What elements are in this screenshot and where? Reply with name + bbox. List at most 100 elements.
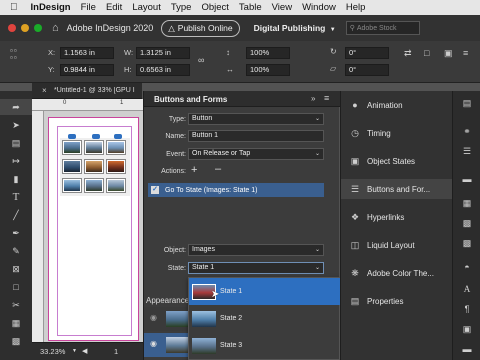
image-grid[interactable] xyxy=(59,134,131,197)
free-transform-tool-icon[interactable]: ▦ xyxy=(0,315,32,331)
align-panel-icon[interactable]: ▬ xyxy=(453,341,480,357)
x-label: X: xyxy=(48,48,56,57)
character-panel-icon[interactable]: A xyxy=(453,281,480,297)
pencil-tool-icon[interactable]: ✎ xyxy=(0,243,32,259)
menu-edit[interactable]: Edit xyxy=(106,2,122,13)
panel-adobe-color-themes[interactable]: ❋ Adobe Color The... xyxy=(341,263,453,283)
panel-liquid-layout[interactable]: ◫ Liquid Layout xyxy=(341,235,453,255)
menu-help[interactable]: Help xyxy=(346,2,366,13)
select-content-icon[interactable]: ▣ xyxy=(444,48,453,59)
gradient-panel-icon[interactable]: ▩ xyxy=(453,235,480,251)
text-wrap-panel-icon[interactable]: ▣ xyxy=(453,321,480,337)
app-title: Adobe InDesign 2020 xyxy=(66,23,154,33)
publish-online-label: Publish Online xyxy=(177,23,233,33)
select-container-icon[interactable]: □ xyxy=(424,48,429,58)
maximize-window-icon[interactable] xyxy=(34,24,42,32)
visibility-eye-icon[interactable]: ◉ xyxy=(150,339,157,348)
action-item[interactable]: ✓ Go To State (Images: State 1) xyxy=(148,183,324,197)
menu-type[interactable]: Type xyxy=(171,2,192,13)
event-label: Event: xyxy=(166,151,186,158)
collapse-panel-icon[interactable]: » xyxy=(311,94,315,103)
apple-menu-icon[interactable]:  xyxy=(10,2,18,13)
panel-properties[interactable]: ▤ Properties xyxy=(341,291,453,311)
panel-object-states[interactable]: ▣ Object States xyxy=(341,151,453,171)
scale-x-field[interactable]: 100% xyxy=(246,47,290,59)
reference-point-icon[interactable]: ▫▫ ▫▫ xyxy=(10,47,24,62)
w-field[interactable]: 1.3125 in xyxy=(136,47,190,59)
swatches-panel-icon[interactable]: ▦ xyxy=(453,195,480,211)
scale-y-field[interactable]: 100% xyxy=(246,64,290,76)
zoom-level[interactable]: 33.23% xyxy=(40,347,65,356)
first-page-icon[interactable]: ◀ xyxy=(82,347,87,355)
document-tab[interactable]: × *Untitled-1 @ 33% [GPU I xyxy=(32,83,142,99)
cc-libraries-icon[interactable]: ◓ xyxy=(453,259,480,275)
line-tool-icon[interactable]: ╱ xyxy=(0,207,32,223)
h-field[interactable]: 0.6563 in xyxy=(136,64,190,76)
gradient-tool-icon[interactable]: ▩ xyxy=(0,333,32,349)
constrain-proportions-icon[interactable]: ∞ xyxy=(198,55,204,65)
close-window-icon[interactable] xyxy=(8,24,16,32)
publish-online-button[interactable]: △ Publish Online xyxy=(161,19,240,37)
zoom-chevron-down-icon[interactable]: ▼ xyxy=(72,348,77,354)
menu-table[interactable]: Table xyxy=(239,2,262,13)
panel-hyperlinks-label: Hyperlinks xyxy=(367,212,405,222)
panel-menu-icon[interactable]: ≡ xyxy=(324,93,329,103)
x-field[interactable]: 1.1563 in xyxy=(60,47,114,59)
page-tool-icon[interactable]: ▤ xyxy=(0,135,32,151)
remove-action-icon[interactable]: – xyxy=(215,163,221,175)
menu-view[interactable]: View xyxy=(272,2,292,13)
scissors-tool-icon[interactable]: ✂ xyxy=(0,297,32,313)
document-canvas[interactable]: 0 1 xyxy=(32,99,143,342)
image-thumbnail xyxy=(62,140,82,155)
dropdown-option-state-2[interactable]: State 2 xyxy=(189,305,341,332)
menu-layout[interactable]: Layout xyxy=(132,2,161,13)
dropdown-option-state-3[interactable]: State 3 xyxy=(189,332,341,359)
page-number-field[interactable]: 1 xyxy=(114,347,118,356)
stock-search-placeholder: Adobe Stock xyxy=(356,24,397,32)
checkbox-icon[interactable]: ✓ xyxy=(151,186,159,194)
add-action-icon[interactable]: + xyxy=(191,164,197,176)
panel-animation[interactable]: ● Animation xyxy=(341,95,453,115)
type-select[interactable]: Button ⌄ xyxy=(188,113,324,125)
visibility-eye-icon[interactable]: ◉ xyxy=(150,313,157,322)
rotation-field[interactable]: 0° xyxy=(345,47,389,59)
home-icon[interactable]: ⌂ xyxy=(52,22,59,34)
selection-tool-icon[interactable]: ➦ xyxy=(0,99,32,115)
panel-header: Buttons and Forms » ≡ xyxy=(144,91,340,107)
rectangle-frame-tool-icon[interactable]: ⊠ xyxy=(0,261,32,277)
object-select[interactable]: Images ⌄ xyxy=(188,244,324,256)
control-menu-icon[interactable]: ≡ xyxy=(463,48,468,58)
panel-timing[interactable]: ◷ Timing xyxy=(341,123,453,143)
layers-panel-icon[interactable]: ☰ xyxy=(453,143,480,159)
state-thumbnail xyxy=(192,337,216,354)
panel-buttons-and-forms[interactable]: ☰ Buttons and For... xyxy=(341,179,453,199)
panel-hyperlinks[interactable]: ❖ Hyperlinks xyxy=(341,207,453,227)
menu-object[interactable]: Object xyxy=(201,2,228,13)
chevron-down-icon: ▼ xyxy=(329,27,336,33)
scale-x-icon: ↕ xyxy=(226,48,230,57)
content-collector-icon[interactable]: ▮ xyxy=(0,171,32,187)
workspace-switcher[interactable]: Digital Publishing ▼ xyxy=(254,23,336,33)
state-select[interactable]: State 1 ⌄ xyxy=(188,262,324,274)
shear-field[interactable]: 0° xyxy=(345,64,389,76)
y-field[interactable]: 0.9844 in xyxy=(60,64,114,76)
close-tab-icon[interactable]: × xyxy=(42,86,47,95)
minimize-window-icon[interactable] xyxy=(21,24,29,32)
menu-window[interactable]: Window xyxy=(302,2,336,13)
flip-icon[interactable]: ⇄ xyxy=(404,48,412,59)
event-select[interactable]: On Release or Tap ⌄ xyxy=(188,148,324,160)
stroke-panel-icon[interactable]: ▬ xyxy=(453,171,480,187)
menu-indesign[interactable]: InDesign xyxy=(31,2,71,13)
type-tool-icon[interactable]: T xyxy=(0,189,32,205)
paragraph-panel-icon[interactable]: ¶ xyxy=(453,301,480,317)
gap-tool-icon[interactable]: ↦ xyxy=(0,153,32,169)
stock-search-input[interactable]: ⚲ Adobe Stock xyxy=(345,21,420,35)
rectangle-tool-icon[interactable]: □ xyxy=(0,279,32,295)
pages-panel-icon[interactable]: ▤ xyxy=(453,95,480,111)
direct-selection-tool-icon[interactable]: ➤ xyxy=(0,117,32,133)
name-field[interactable]: Button 1 xyxy=(188,130,324,142)
color-panel-icon[interactable]: ▩ xyxy=(453,215,480,231)
pen-tool-icon[interactable]: ✒ xyxy=(0,225,32,241)
links-panel-icon[interactable]: ⚭ xyxy=(453,123,480,139)
menu-file[interactable]: File xyxy=(81,2,96,13)
